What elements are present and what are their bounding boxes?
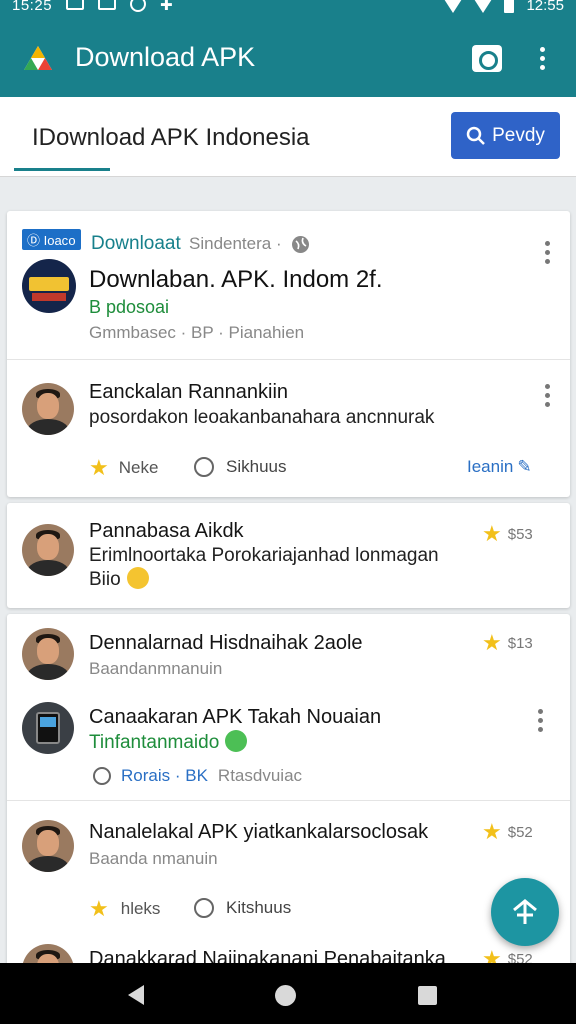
list-item-extra-text: Biio [89,569,121,590]
app-thumbnail[interactable] [22,702,74,754]
item-tag-primary: Rorais · BK [121,766,208,785]
back-icon[interactable] [128,985,144,1005]
wifi-icon [474,0,493,13]
list-item-text: Baanda nmanuin [89,849,218,868]
like-button[interactable]: ★ Neke [89,457,158,479]
comment-text: posordakon leoakanbanahara ancnnurak [89,407,435,428]
post-card: Ⓓ Іоасо Downloaat Sindentera · Downlaban… [7,211,570,497]
price-label: $52 [507,823,533,841]
list-item-title[interactable]: Canaakaran APK Takah Nouaian [89,706,381,729]
source-meta: Sindentera · [189,234,282,253]
notification-icons: ✚ [66,0,173,14]
reply-icon [194,457,214,477]
list-item-title[interactable]: Dennalarnad Hisdnaihak 2aole [89,632,363,655]
star-icon: ★ [482,521,502,546]
reply-button[interactable]: Kitshuus [194,898,291,918]
compose-fab[interactable] [491,878,559,946]
recents-icon[interactable] [418,986,437,1005]
status-time: 15:25 [12,0,53,14]
list-item-text: Baandanmnanuin [89,659,223,678]
divider [7,800,570,801]
home-icon[interactable] [275,985,296,1006]
star-icon: ★ [89,896,109,921]
reply-icon [194,898,214,918]
status-bar: 15:25 ✚ 12:55 [0,0,576,20]
signal-icon [444,0,463,13]
list-item-title[interactable]: Pannabasa Aikdk [89,520,244,543]
search-bar: IDownload APK Indonesia Pevdy [0,97,576,177]
search-icon [466,126,485,145]
app-logo-icon [24,46,52,70]
divider [7,359,570,360]
like-label: hleks [120,899,161,918]
image-notification-icon [66,0,84,10]
reply-button[interactable]: Sikhuus [194,457,286,477]
avatar[interactable] [22,383,74,435]
source-name[interactable]: Downloaat [91,233,181,255]
avatar[interactable] [22,524,74,576]
reply-label: Sikhuus [226,457,287,476]
comment-icon [93,767,111,785]
more-link[interactable]: Ieanin ✎ [467,457,532,477]
comment-menu-icon[interactable] [545,384,550,407]
smile-emoji-icon [126,567,149,589]
plus-arrow-icon [513,899,537,924]
gallery-notification-icon [98,0,116,10]
item-tags[interactable]: Rorais · BK Rtasdvuiac [93,766,302,786]
check-notification-icon [130,0,146,12]
rating-badge: ★ $53 [482,523,533,545]
list-item-extra: Biio [89,567,149,591]
post-title[interactable]: Downlaban. APK. Indom 2f. [89,266,383,294]
star-icon: ★ [482,630,502,655]
star-icon: ★ [89,455,109,480]
reply-label: Kitshuus [226,898,292,917]
overflow-menu-icon[interactable] [540,47,545,70]
active-tab-indicator [14,168,110,171]
search-button[interactable]: Pevdy [451,112,560,159]
avatar[interactable] [22,820,74,872]
rating-badge: ★ $13 [482,632,533,654]
comment-author[interactable]: Eanckalan Rannankiin [89,381,288,404]
source-badge: Ⓓ Іоасо [22,229,81,250]
list-item-status-text: Tinfantanmaido [89,732,220,753]
price-label: $53 [507,525,533,543]
search-query[interactable]: IDownload APK Indonesia [32,124,310,152]
list-item-status: Tinfantanmaido [89,730,248,754]
item-menu-icon[interactable] [538,709,543,732]
system-nav-bar [0,963,576,1024]
list-card: Pannabasa Aikdk Erimlnoortaka Porokariaj… [7,503,570,608]
list-item-title[interactable]: Nanalelakal APK yiatkankalarsoclosak [89,821,428,844]
list-item-text: Erimlnoortaka Porokariajanhad lonmagan [89,545,439,566]
status-clock: 12:55 [526,0,564,14]
star-icon: ★ [482,819,502,844]
app-title: Download APK [75,42,256,72]
avatar[interactable] [22,628,74,680]
like-label: Neke [118,458,159,477]
post-meta: Gmmbasec · BP · Pianahien [89,323,305,342]
more-link-label: Ieanin [467,457,514,476]
edit-icon: ✎ [517,457,532,476]
battery-icon [504,0,515,13]
price-label: $13 [507,634,533,652]
like-button[interactable]: ★ hleks [89,898,160,920]
smile-emoji-icon [225,730,248,752]
search-button-label: Pevdy [492,124,545,146]
post-subtitle: B pdosoai [89,297,170,317]
status-right: 12:55 [444,0,564,14]
post-thumbnail [22,259,76,313]
plus-notification-icon: ✚ [160,0,173,14]
camera-icon[interactable] [472,45,502,72]
list-card: Dennalarnad Hisdnaihak 2aole Baandanmnan… [7,614,570,996]
item-tag-secondary: Rtasdvuiac [217,766,303,785]
rating-badge: ★ $52 [482,821,533,843]
post-menu-icon[interactable] [545,241,550,264]
globe-icon [292,236,309,253]
app-bar: 15:25 ✚ 12:55 Download APK [0,0,576,97]
